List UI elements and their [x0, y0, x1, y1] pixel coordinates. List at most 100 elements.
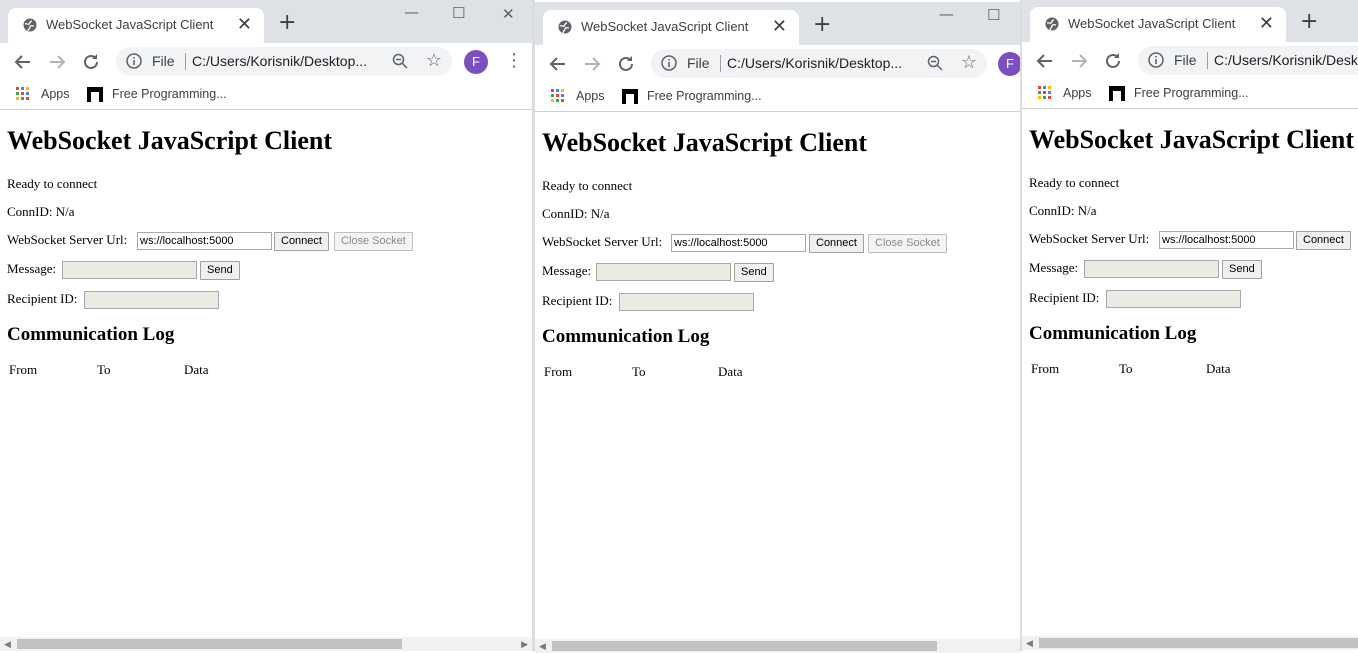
bookmark-star-icon[interactable]: ☆	[426, 51, 442, 69]
url-text[interactable]: C:/Users/Korisnik/Deskt	[1214, 52, 1358, 68]
toolbar: File C:/Users/Korisnik/Desktop... ☆ F ⋮	[0, 43, 532, 81]
menu-icon[interactable]: ⋮	[505, 51, 523, 71]
scroll-left-icon[interactable]: ◀	[1026, 638, 1033, 649]
horizontal-scrollbar[interactable]: ◀	[1022, 636, 1358, 650]
maximize-icon[interactable]: ☐	[987, 6, 1000, 24]
message-input[interactable]	[596, 263, 731, 281]
minimize-icon[interactable]: —	[404, 3, 419, 21]
bookmarks-bar: Apps Free Programming...	[1022, 80, 1358, 109]
message-input[interactable]	[62, 261, 197, 279]
bookmark-label: Free Programming...	[1134, 86, 1249, 100]
url-text[interactable]: C:/Users/Korisnik/Desktop...	[192, 53, 367, 69]
horizontal-scrollbar[interactable]: ◀ ▶	[0, 637, 532, 651]
forward-icon[interactable]	[1068, 50, 1090, 72]
info-icon[interactable]	[661, 55, 677, 71]
recipient-input[interactable]	[619, 293, 754, 311]
page-title: WebSocket JavaScript Client	[542, 128, 867, 157]
connection-status: Ready to connect	[1029, 175, 1120, 190]
globe-icon	[23, 18, 37, 32]
back-icon[interactable]	[547, 53, 569, 75]
address-bar[interactable]: File C:/Users/Korisnik/Desktop... ☆	[116, 47, 452, 76]
zoom-icon[interactable]	[927, 55, 943, 71]
page-title: WebSocket JavaScript Client	[7, 126, 332, 155]
new-tab-button[interactable]: +	[1300, 11, 1318, 33]
log-heading: Communication Log	[1029, 323, 1197, 344]
recipient-label: Recipient ID:	[7, 291, 78, 306]
info-icon[interactable]	[126, 53, 142, 69]
address-bar[interactable]: File C:/Users/Korisnik/Desktop... ☆	[651, 49, 987, 78]
minimize-icon[interactable]: —	[939, 5, 954, 23]
reload-icon[interactable]	[615, 53, 637, 75]
recipient-input[interactable]	[1106, 290, 1241, 308]
apps-grid-icon	[1038, 86, 1052, 100]
recipient-input[interactable]	[84, 291, 219, 309]
bookmark-label: Free Programming...	[112, 87, 227, 101]
toolbar: File C:/Users/Korisnik/Deskt	[1022, 42, 1358, 80]
tab-close-icon[interactable]: ✕	[237, 14, 252, 34]
tab-close-icon[interactable]: ✕	[772, 16, 787, 36]
scroll-right-icon[interactable]: ▶	[521, 639, 528, 650]
page-content: WebSocket JavaScript Client Ready to con…	[1022, 109, 1358, 636]
forward-icon[interactable]	[581, 53, 603, 75]
omnibox-divider	[720, 55, 721, 72]
browser-window-1: WebSocket JavaScript Client ✕ + — ☐ ✕ Fi…	[0, 0, 532, 651]
close-socket-button[interactable]: Close Socket	[868, 234, 947, 253]
info-icon[interactable]	[1148, 52, 1164, 68]
zoom-icon[interactable]	[392, 53, 408, 69]
tab-close-icon[interactable]: ✕	[1259, 13, 1274, 33]
close-socket-button[interactable]: Close Socket	[334, 232, 413, 251]
browser-tab[interactable]: WebSocket JavaScript Client ✕	[1030, 7, 1286, 42]
send-button[interactable]: Send	[734, 263, 774, 282]
scroll-left-icon[interactable]: ◀	[539, 641, 546, 652]
profile-avatar[interactable]: F	[998, 52, 1021, 76]
new-tab-button[interactable]: +	[813, 14, 831, 36]
url-text[interactable]: C:/Users/Korisnik/Desktop...	[727, 55, 902, 71]
profile-avatar[interactable]: F	[464, 50, 488, 74]
bookmark-star-icon[interactable]: ☆	[961, 53, 977, 71]
tab-title: WebSocket JavaScript Client	[46, 17, 214, 32]
address-bar[interactable]: File C:/Users/Korisnik/Deskt	[1138, 46, 1358, 75]
scrollbar-thumb[interactable]	[17, 639, 402, 649]
send-button[interactable]: Send	[200, 261, 240, 280]
server-url-input[interactable]: ws://localhost:5000	[1159, 231, 1294, 249]
browser-tab[interactable]: WebSocket JavaScript Client ✕	[8, 8, 264, 43]
scrollbar-thumb[interactable]	[552, 641, 937, 651]
connect-button[interactable]: Connect	[1296, 231, 1351, 250]
scrollbar-thumb[interactable]	[1039, 638, 1358, 648]
message-input[interactable]	[1084, 260, 1219, 278]
log-column-from: From	[1031, 361, 1060, 376]
send-button[interactable]: Send	[1222, 260, 1262, 279]
reload-icon[interactable]	[1102, 50, 1124, 72]
back-icon[interactable]	[1034, 50, 1056, 72]
scroll-left-icon[interactable]: ◀	[4, 639, 11, 650]
tab-title: WebSocket JavaScript Client	[581, 19, 749, 34]
apps-grid-icon	[16, 87, 30, 101]
scheme-label: File	[687, 55, 710, 71]
conn-id-label: ConnID: N/a	[1029, 203, 1097, 218]
bookmark-favicon	[1109, 86, 1125, 101]
connect-button[interactable]: Connect	[274, 232, 329, 251]
server-url-input[interactable]: ws://localhost:5000	[137, 232, 272, 250]
window-close-icon[interactable]: ✕	[502, 5, 515, 23]
scheme-label: File	[1174, 52, 1197, 68]
conn-id-label: ConnID: N/a	[542, 206, 610, 221]
log-column-to: To	[97, 362, 111, 377]
reload-icon[interactable]	[80, 51, 102, 73]
new-tab-button[interactable]: +	[278, 12, 296, 34]
browser-tab[interactable]: WebSocket JavaScript Client ✕	[543, 10, 799, 45]
connect-button[interactable]: Connect	[809, 234, 864, 253]
globe-icon	[1045, 17, 1059, 31]
bookmark-favicon	[87, 87, 103, 102]
server-url-input[interactable]: ws://localhost:5000	[671, 234, 806, 252]
server-url-label: WebSocket Server Url:	[7, 232, 128, 247]
log-column-data: Data	[718, 364, 743, 379]
maximize-icon[interactable]: ☐	[452, 4, 465, 22]
message-label: Message:	[7, 261, 57, 276]
back-icon[interactable]	[12, 51, 34, 73]
apps-grid-icon	[551, 89, 565, 103]
log-column-data: Data	[1206, 361, 1231, 376]
globe-icon	[558, 20, 572, 34]
forward-icon[interactable]	[46, 51, 68, 73]
server-url-label: WebSocket Server Url:	[1029, 231, 1150, 246]
page-title: WebSocket JavaScript Client	[1029, 125, 1354, 154]
